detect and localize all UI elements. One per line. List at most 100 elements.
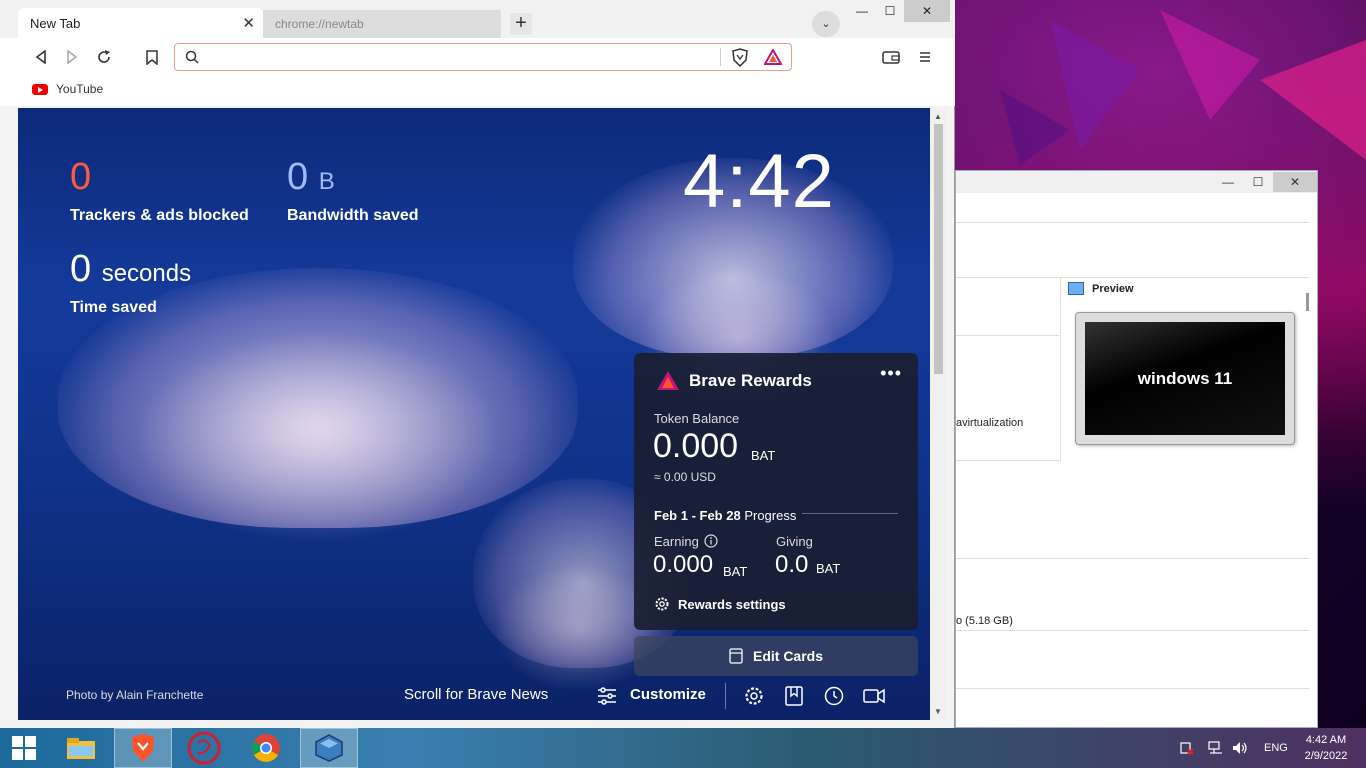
taskbar-file-explorer[interactable]: [57, 728, 105, 768]
taskbar-brave[interactable]: [114, 728, 172, 768]
bookmark-youtube[interactable]: YouTube: [32, 82, 103, 96]
info-icon[interactable]: [704, 534, 718, 548]
tab-title: New Tab: [30, 15, 81, 31]
reload-icon[interactable]: [93, 46, 115, 68]
taskbar-virtualbox[interactable]: [300, 728, 358, 768]
virtualbox-icon: [315, 734, 343, 762]
vbox-scrollbar[interactable]: [1306, 293, 1309, 311]
bandwidth-label: Bandwidth saved: [287, 207, 419, 224]
maximize-button[interactable]: ☐: [876, 0, 904, 22]
bandwidth-value: 0: [287, 156, 309, 198]
settings-gear-icon[interactable]: [743, 685, 765, 707]
photo-credit-name: Alain Franchette: [116, 688, 204, 702]
edit-cards-icon: [729, 648, 743, 664]
back-icon[interactable]: [30, 46, 52, 68]
menu-icon[interactable]: [914, 46, 936, 68]
virtualbox-window[interactable]: — ☐ ✕ Preview avirtualization o (5.18 GB…: [955, 170, 1318, 728]
tab-title: chrome://newtab: [275, 17, 364, 31]
token-balance-unit: BAT: [751, 448, 776, 463]
volume-icon[interactable]: [1232, 741, 1248, 755]
scroll-down-icon[interactable]: ▼: [934, 707, 942, 716]
address-bar[interactable]: [174, 43, 792, 71]
giving-value: 0.0: [775, 551, 809, 578]
giving-label: Giving: [776, 534, 813, 549]
footer-divider: [725, 683, 726, 709]
customize-button[interactable]: Customize: [630, 686, 706, 703]
close-button[interactable]: ✕: [1273, 172, 1317, 192]
rewards-progress: Feb 1 - Feb 28 Progress: [654, 508, 796, 523]
token-balance-value: 0.000: [653, 427, 739, 465]
rewards-more-icon[interactable]: •••: [880, 363, 902, 384]
time-saved-unit: seconds: [101, 260, 192, 287]
language-indicator[interactable]: ENG: [1264, 742, 1288, 754]
bookmarks-bar: YouTube: [0, 76, 955, 106]
youtube-icon: [32, 83, 48, 95]
start-button[interactable]: [0, 728, 48, 768]
rewards-settings-label: Rewards settings: [678, 596, 786, 612]
vbox-row: [956, 461, 1309, 559]
chrome-icon: [252, 734, 280, 762]
earning-unit: BAT: [723, 564, 748, 579]
new-tab-button[interactable]: +: [510, 13, 532, 35]
taskbar-app-red[interactable]: [180, 728, 228, 768]
tab-strip: New Tab ✕ chrome://newtab + ⌄ — ☐ ✕: [0, 0, 955, 38]
usd-value: ≈ 0.00 USD: [654, 470, 716, 484]
earning-label: Earning: [654, 534, 699, 549]
time-saved-count: 0 seconds: [70, 248, 191, 291]
progress-divider: [802, 513, 898, 514]
photo-credit[interactable]: Photo by Alain Franchette: [66, 688, 203, 702]
forward-icon[interactable]: [61, 46, 83, 68]
gear-icon: [655, 597, 669, 611]
tab-new-tab[interactable]: New Tab ✕: [18, 8, 263, 38]
windows-taskbar: ENG 4:42 AM 2/9/2022: [0, 728, 1366, 768]
brave-browser-window[interactable]: New Tab ✕ chrome://newtab + ⌄ — ☐ ✕ YouT…: [0, 0, 955, 728]
vbox-row: [956, 336, 1059, 461]
close-tab-icon[interactable]: ✕: [242, 14, 255, 32]
bookmark-label: YouTube: [56, 82, 104, 96]
time-saved-value: 0: [70, 248, 92, 290]
taskbar-clock[interactable]: 4:42 AM 2/9/2022: [1296, 732, 1356, 764]
trackers-label: Trackers & ads blocked: [70, 207, 249, 224]
taskbar-chrome[interactable]: [242, 728, 290, 768]
minimize-button[interactable]: —: [1213, 172, 1243, 192]
time-saved-label: Time saved: [70, 299, 157, 316]
maximize-button[interactable]: ☐: [1243, 172, 1273, 192]
customize-sliders-icon[interactable]: [596, 685, 618, 707]
bookmark-icon[interactable]: [141, 46, 163, 68]
giving-unit: BAT: [816, 561, 841, 576]
disk-size-text: o (5.18 GB): [956, 615, 1013, 627]
wallet-icon[interactable]: [880, 46, 902, 68]
vbox-row: [956, 631, 1309, 689]
network-warning-icon[interactable]: [1180, 741, 1194, 755]
scroll-up-icon[interactable]: ▲: [934, 112, 942, 121]
brave-shields-icon[interactable]: [731, 48, 749, 67]
rewards-settings-link[interactable]: Rewards settings: [654, 596, 786, 612]
bandwidth-unit: B: [318, 168, 335, 195]
scroll-for-brave-news[interactable]: Scroll for Brave News: [404, 686, 548, 703]
brave-rewards-icon[interactable]: [764, 49, 782, 65]
history-clock-icon[interactable]: [823, 685, 845, 707]
minimize-button[interactable]: —: [848, 0, 876, 22]
brave-talk-video-icon[interactable]: [863, 685, 885, 707]
earning-value: 0.000: [653, 551, 714, 578]
network-icon[interactable]: [1208, 741, 1224, 755]
trackers-count: 0: [70, 156, 91, 199]
edit-cards-label: Edit Cards: [752, 648, 823, 664]
tab-chrome-newtab[interactable]: chrome://newtab: [263, 10, 501, 38]
brave-rewards-card: Brave Rewards ••• Token Balance 0.000 BA…: [634, 353, 918, 630]
address-input[interactable]: [203, 47, 703, 67]
bookmarks-icon[interactable]: [783, 685, 805, 707]
brave-rewards-logo-icon: [657, 371, 679, 390]
edit-cards-button[interactable]: Edit Cards: [634, 636, 918, 676]
search-icon: [185, 50, 199, 64]
vbox-row: [956, 278, 1059, 336]
rewards-title: Brave Rewards: [689, 371, 812, 390]
ntp-clock: 4:42: [683, 139, 835, 224]
tab-search-chevron-icon[interactable]: ⌄: [812, 11, 840, 37]
close-window-button[interactable]: ✕: [904, 0, 950, 22]
virtualbox-titlebar[interactable]: — ☐ ✕: [956, 171, 1317, 193]
scrollbar-thumb[interactable]: [934, 124, 943, 374]
page-scrollbar[interactable]: ▲ ▼: [930, 108, 947, 720]
virtualization-text: avirtualization: [956, 417, 1024, 429]
token-balance-label: Token Balance: [654, 411, 740, 426]
